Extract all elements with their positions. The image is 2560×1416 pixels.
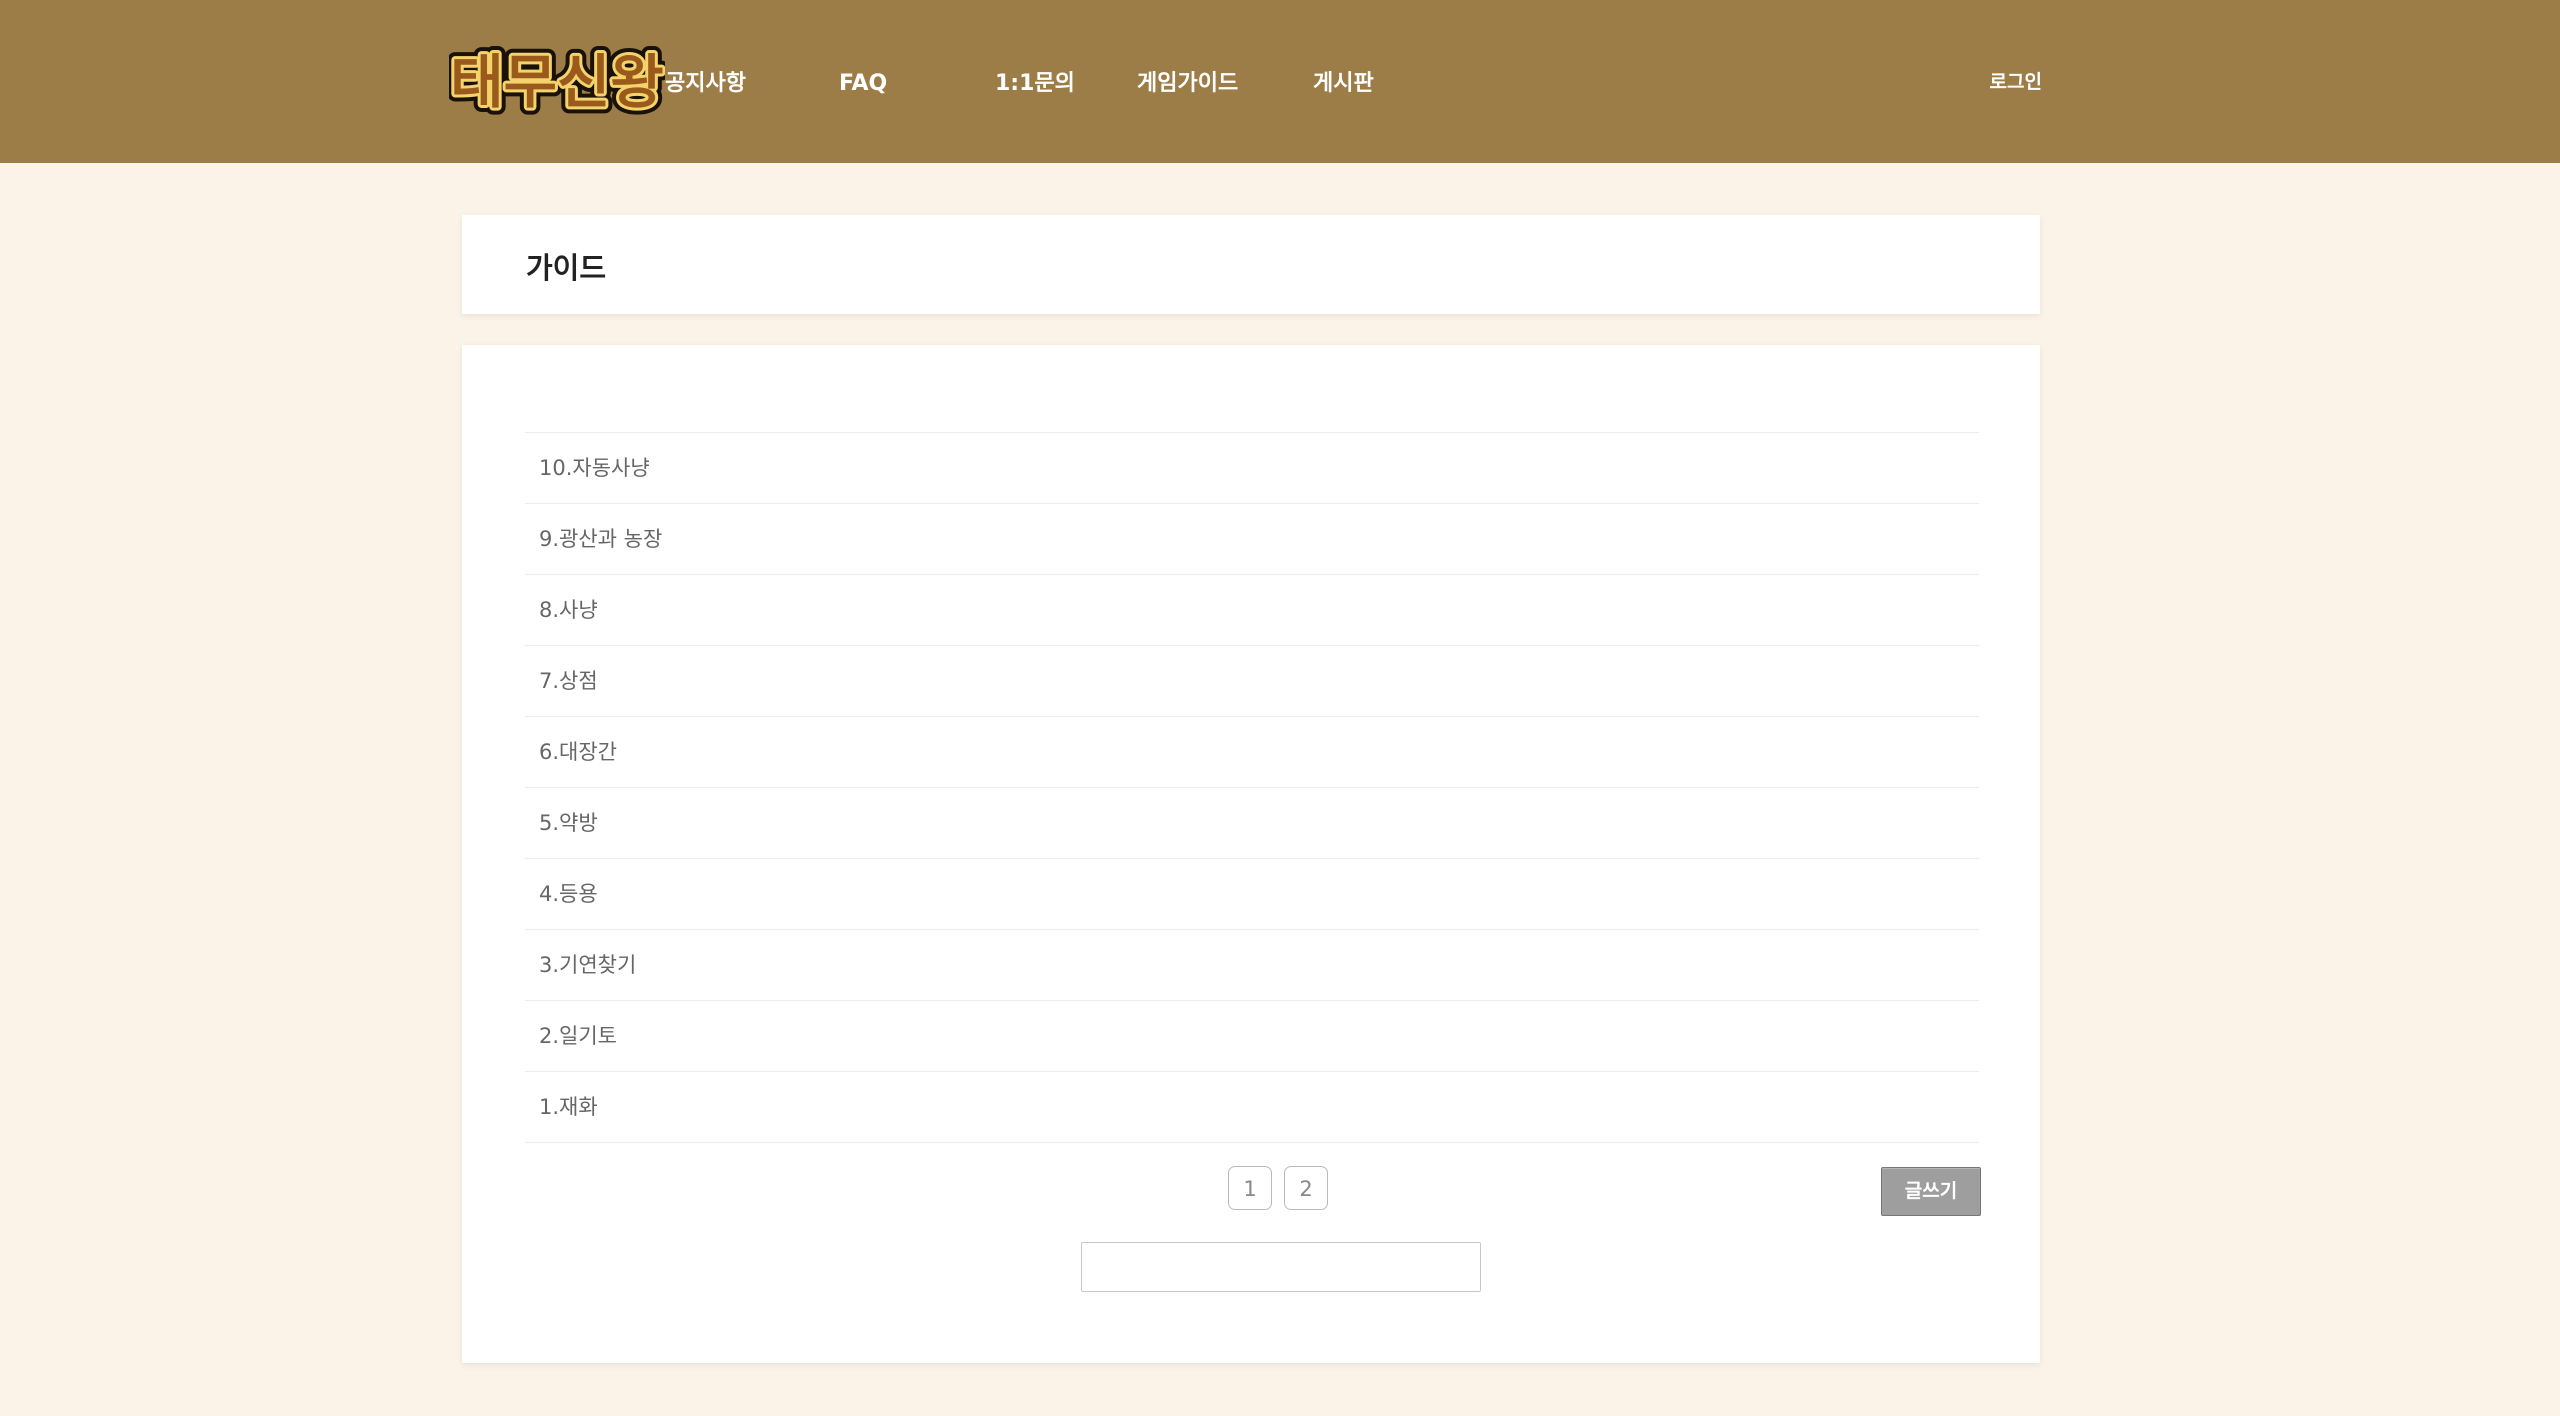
nav-game-guide[interactable]: 게임가이드	[1137, 66, 1238, 102]
page-button-2[interactable]: 2	[1284, 1166, 1328, 1210]
pagination: 12	[1228, 1166, 1340, 1214]
site-header: 태무신왕 태무신왕 태무신왕 공지사항 FAQ 1:1문의 게임가이드 게시판 …	[0, 0, 2560, 163]
nav-faq[interactable]: FAQ	[839, 66, 887, 102]
post-item[interactable]: 8.사냥	[525, 575, 1979, 646]
post-item[interactable]: 5.약방	[525, 788, 1979, 859]
nav-notice[interactable]: 공지사항	[665, 66, 746, 102]
login-link[interactable]: 로그인	[1990, 66, 2042, 98]
post-item[interactable]: 3.기연찾기	[525, 930, 1979, 1001]
nav-inquiry[interactable]: 1:1문의	[995, 66, 1075, 102]
post-item[interactable]: 1.재화	[525, 1072, 1979, 1143]
write-button[interactable]: 글쓰기	[1881, 1167, 1981, 1216]
post-item[interactable]: 9.광산과 농장	[525, 504, 1979, 575]
svg-text:태무신왕: 태무신왕	[450, 48, 663, 116]
board-content: 10.자동사냥 9.광산과 농장 8.사냥 7.상점 6.대장간 5.약방 4.…	[462, 345, 2040, 1363]
post-item[interactable]: 2.일기토	[525, 1001, 1979, 1072]
site-logo[interactable]: 태무신왕 태무신왕 태무신왕	[449, 26, 665, 136]
page-title-box: 가이드	[462, 215, 2040, 314]
nav-board[interactable]: 게시판	[1313, 66, 1374, 102]
post-list: 10.자동사냥 9.광산과 농장 8.사냥 7.상점 6.대장간 5.약방 4.…	[525, 432, 1979, 1143]
post-item[interactable]: 10.자동사냥	[525, 433, 1979, 504]
post-item[interactable]: 4.등용	[525, 859, 1979, 930]
header-inner: 태무신왕 태무신왕 태무신왕 공지사항 FAQ 1:1문의 게임가이드 게시판 …	[449, 0, 2042, 163]
page-title: 가이드	[526, 251, 607, 285]
post-item[interactable]: 7.상점	[525, 646, 1979, 717]
search-input[interactable]	[1081, 1242, 1481, 1292]
post-item[interactable]: 6.대장간	[525, 717, 1979, 788]
page-button-1[interactable]: 1	[1228, 1166, 1272, 1210]
